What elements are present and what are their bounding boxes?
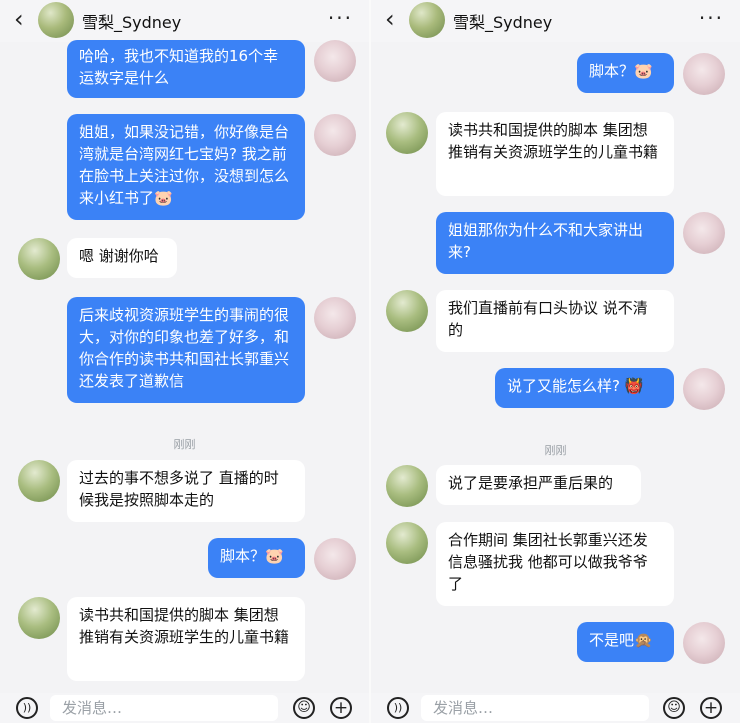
message-bubble-received[interactable]: 说了是要承担严重后果的 <box>436 465 641 505</box>
screenshot-composite: ‹ 雪梨_Sydney ··· 哈哈，我也不知道我的16个幸运数字是什么 姐姐，… <box>0 0 740 723</box>
voice-icon[interactable]: )) <box>387 697 409 719</box>
chat-header: ‹ 雪梨_Sydney ··· <box>0 0 369 42</box>
message-bubble-received[interactable]: 我们直播前有口头协议 说不清的 <box>436 290 674 352</box>
message-input[interactable]: 发消息… <box>50 695 278 721</box>
my-avatar[interactable] <box>314 114 356 156</box>
emoji-icon[interactable]: ☺ <box>293 697 315 719</box>
contact-avatar[interactable] <box>386 112 428 154</box>
message-bubble-sent[interactable]: 姐姐，如果没记错，你好像是台湾就是台湾网红七宝妈? 我之前在脸书上关注过你，没想… <box>67 114 305 220</box>
message-input[interactable]: 发消息… <box>421 695 649 721</box>
my-avatar[interactable] <box>683 368 725 410</box>
my-avatar[interactable] <box>683 212 725 254</box>
chat-panel-right: ‹ 雪梨_Sydney ··· 脚本？🐷 读书共和国提供的脚本 集团想推销有关资… <box>371 0 740 723</box>
message-bubble-received[interactable]: 读书共和国提供的脚本 集团想推销有关资源班学生的儿童书籍 <box>67 597 305 681</box>
contact-avatar[interactable] <box>18 460 60 502</box>
contact-avatar[interactable] <box>386 522 428 564</box>
chat-header: ‹ 雪梨_Sydney ··· <box>371 0 740 42</box>
back-arrow-icon[interactable]: ‹ <box>385 7 395 31</box>
my-avatar[interactable] <box>683 53 725 95</box>
contact-avatar[interactable] <box>38 2 74 38</box>
input-bar: )) 发消息… ☺ + <box>371 693 740 723</box>
more-icon[interactable]: ··· <box>328 6 353 30</box>
emoji-icon[interactable]: ☺ <box>663 697 685 719</box>
contact-avatar[interactable] <box>386 465 428 507</box>
contact-avatar[interactable] <box>18 597 60 639</box>
message-timestamp: 刚刚 <box>544 444 567 457</box>
message-bubble-sent[interactable]: 脚本？🐷 <box>577 53 674 93</box>
message-bubble-sent[interactable]: 不是吧🙊 <box>577 622 674 662</box>
chat-panel-left: ‹ 雪梨_Sydney ··· 哈哈，我也不知道我的16个幸运数字是什么 姐姐，… <box>0 0 369 723</box>
message-bubble-sent[interactable]: 后来歧视资源班学生的事闹的很大，对你的印象也差了好多，和你合作的读书共和国社长郭… <box>67 297 305 403</box>
voice-icon[interactable]: )) <box>16 697 38 719</box>
back-arrow-icon[interactable]: ‹ <box>14 7 24 31</box>
message-bubble-received[interactable]: 合作期间 集团社长郭重兴还发信息骚扰我 他都可以做我爷爷了 <box>436 522 674 606</box>
my-avatar[interactable] <box>314 297 356 339</box>
message-timestamp: 刚刚 <box>173 438 196 451</box>
message-bubble-sent[interactable]: 姐姐那你为什么不和大家讲出来? <box>436 212 674 274</box>
more-icon[interactable]: ··· <box>699 6 724 30</box>
my-avatar[interactable] <box>314 40 356 82</box>
message-bubble-received[interactable]: 过去的事不想多说了 直播的时候我是按照脚本走的 <box>67 460 305 522</box>
message-bubble-sent[interactable]: 哈哈，我也不知道我的16个幸运数字是什么 <box>67 40 305 98</box>
contact-name: 雪梨_Sydney <box>82 13 182 32</box>
contact-avatar[interactable] <box>409 2 445 38</box>
message-bubble-sent[interactable]: 脚本？🐷 <box>208 538 305 578</box>
input-bar: )) 发消息… ☺ + <box>0 693 369 723</box>
my-avatar[interactable] <box>314 538 356 580</box>
contact-name: 雪梨_Sydney <box>453 13 553 32</box>
contact-avatar[interactable] <box>18 238 60 280</box>
plus-icon[interactable]: + <box>330 697 352 719</box>
contact-avatar[interactable] <box>386 290 428 332</box>
my-avatar[interactable] <box>683 622 725 664</box>
message-bubble-received[interactable]: 嗯 谢谢你哈 <box>67 238 177 278</box>
message-bubble-sent[interactable]: 说了又能怎么样? 👹 <box>495 368 674 408</box>
plus-icon[interactable]: + <box>700 697 722 719</box>
message-bubble-received[interactable]: 读书共和国提供的脚本 集团想推销有关资源班学生的儿童书籍 <box>436 112 674 196</box>
